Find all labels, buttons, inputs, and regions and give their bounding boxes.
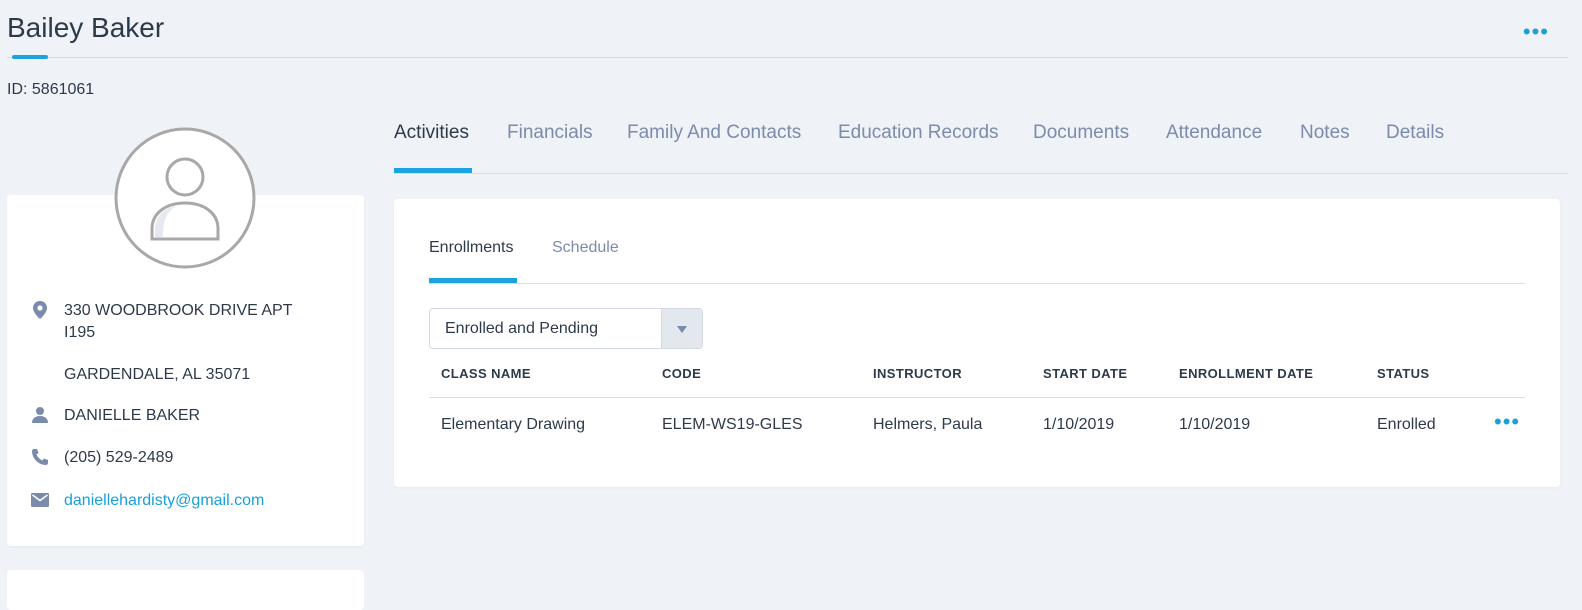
column-header-status: STATUS <box>1377 366 1430 381</box>
tab-financials[interactable]: Financials <box>507 122 593 144</box>
tab-family-and-contacts[interactable]: Family And Contacts <box>627 122 801 144</box>
active-subtab-indicator <box>429 278 517 283</box>
email-link[interactable]: daniellehardisty@gmail.com <box>64 490 264 512</box>
chevron-down-icon <box>677 326 687 333</box>
header-accent-bar <box>12 55 48 59</box>
page-title: Bailey Baker <box>7 12 165 43</box>
contact-name: DANIELLE BAKER <box>64 407 201 424</box>
filter-selected-value: Enrolled and Pending <box>445 320 599 337</box>
email-icon <box>31 493 49 507</box>
cell-code: ELEM-WS19-GLES <box>662 416 803 433</box>
subtab-enrollments[interactable]: Enrollments <box>429 239 513 257</box>
main-tabs: Activities Financials Family And Contact… <box>394 122 1568 174</box>
column-header-start-date: START DATE <box>1043 366 1128 381</box>
student-id: ID: 5861061 <box>7 81 95 98</box>
cell-class-name: Elementary Drawing <box>441 416 586 433</box>
tab-documents[interactable]: Documents <box>1033 122 1129 144</box>
tab-notes[interactable]: Notes <box>1300 122 1350 144</box>
column-header-code: CODE <box>662 366 702 381</box>
column-header-enrollment-date: ENROLLMENT DATE <box>1179 366 1314 381</box>
tab-education-records[interactable]: Education Records <box>838 122 999 144</box>
active-tab-indicator <box>394 168 472 173</box>
phone-row: (205) 529-2489 <box>30 447 173 469</box>
phone-icon <box>32 449 48 465</box>
enrollments-card: Enrollments Schedule Enrolled and Pendin… <box>394 199 1560 487</box>
address-line2-row: GARDENDALE, AL 35071 <box>30 364 250 386</box>
email-row: daniellehardisty@gmail.com <box>30 490 264 512</box>
contact-name-row: DANIELLE BAKER <box>30 405 200 427</box>
subtabs-divider <box>429 283 1525 284</box>
tab-attendance[interactable]: Attendance <box>1166 122 1262 144</box>
cell-status: Enrolled <box>1377 416 1436 433</box>
column-header-class-name: CLASS NAME <box>441 366 531 381</box>
person-icon <box>32 407 48 423</box>
tab-details[interactable]: Details <box>1386 122 1444 144</box>
phone-number: (205) 529-2489 <box>64 449 174 466</box>
row-more-options-button[interactable]: ••• <box>1494 411 1520 433</box>
secondary-card <box>7 570 364 610</box>
cell-enrollment-date: 1/10/2019 <box>1179 416 1251 433</box>
location-pin-icon <box>33 301 47 319</box>
subtab-schedule[interactable]: Schedule <box>552 239 619 257</box>
header-divider <box>7 57 1568 58</box>
avatar-icon <box>114 127 256 269</box>
more-options-button[interactable]: ••• <box>1523 21 1549 43</box>
address-row: 330 WOODBROOK DRIVE APT I195 <box>30 300 324 344</box>
address-line1: 330 WOODBROOK DRIVE APT I195 <box>64 302 293 341</box>
cell-instructor: Helmers, Paula <box>873 416 983 433</box>
enrollment-status-filter[interactable]: Enrolled and Pending <box>429 308 703 349</box>
address-line2: GARDENDALE, AL 35071 <box>64 366 251 383</box>
tab-activities[interactable]: Activities <box>394 122 469 144</box>
column-header-instructor: INSTRUCTOR <box>873 366 962 381</box>
tabs-divider <box>394 173 1568 174</box>
table-header-divider <box>429 397 1525 398</box>
cell-start-date: 1/10/2019 <box>1043 416 1115 433</box>
filter-dropdown-button[interactable] <box>661 309 702 348</box>
